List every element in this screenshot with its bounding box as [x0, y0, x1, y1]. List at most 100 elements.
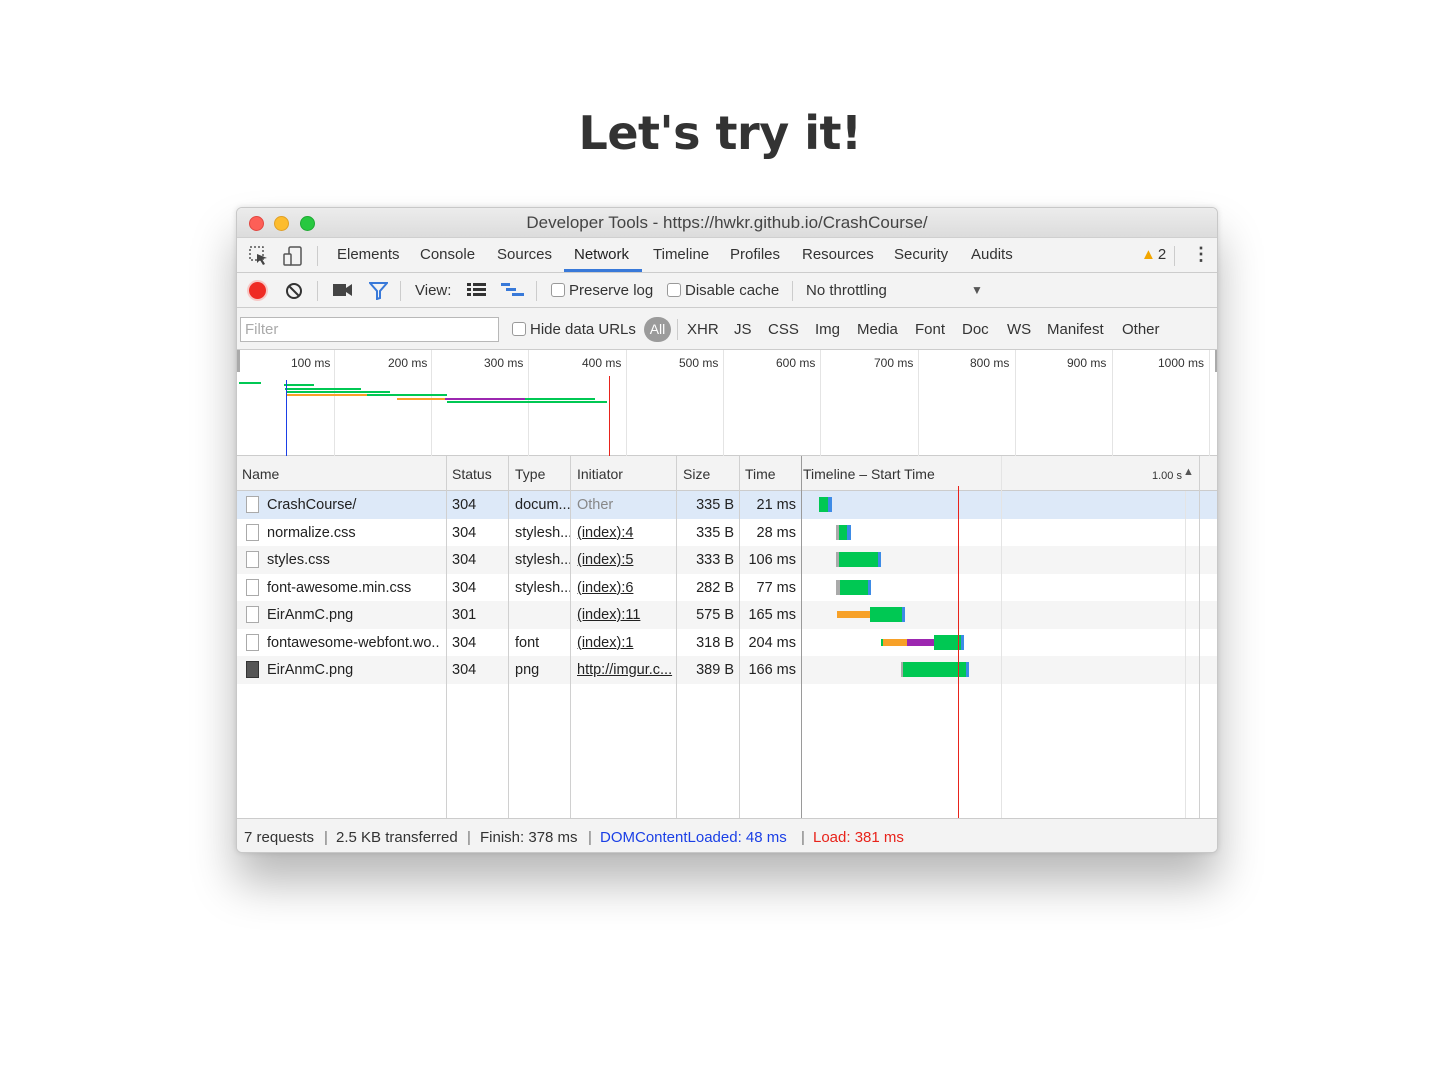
type-filter-other[interactable]: Other	[1122, 321, 1160, 338]
timeline-scale-label: 1.00 s	[1152, 470, 1182, 482]
type-filter-media[interactable]: Media	[857, 321, 898, 338]
column-divider[interactable]	[801, 456, 802, 818]
type-filter-doc[interactable]: Doc	[962, 321, 989, 338]
request-type: docum...	[515, 497, 571, 513]
overview-bar	[286, 394, 367, 396]
request-status: 304	[452, 662, 477, 678]
table-row[interactable]: EirAnmC.png 304 png http://imgur.c... 38…	[237, 656, 1217, 684]
column-divider[interactable]	[508, 456, 509, 818]
tab-resources[interactable]: Resources	[802, 246, 874, 263]
column-header-timeline[interactable]: Timeline – Start Time	[803, 466, 935, 482]
column-header-name[interactable]: Name	[242, 466, 279, 482]
request-time: 28 ms	[756, 524, 797, 541]
request-count: 7 requests	[244, 829, 315, 846]
column-header-initiator[interactable]: Initiator	[577, 466, 623, 482]
record-button[interactable]	[249, 282, 266, 299]
request-type: png	[515, 662, 540, 678]
window-title: Developer Tools - https://hwkr.github.io…	[526, 213, 928, 232]
request-name: font-awesome.min.css	[267, 579, 412, 596]
warnings-counter[interactable]: ▲ 2	[1141, 246, 1166, 263]
type-filter-xhr[interactable]: XHR	[687, 321, 719, 338]
table-row[interactable]: normalize.css 304 stylesh... (index):4 3…	[237, 519, 1217, 547]
load-time: Load: 381 ms	[813, 829, 904, 846]
tab-timeline[interactable]: Timeline	[653, 246, 709, 263]
waterfall-bar	[966, 662, 969, 677]
hide-data-urls-label: Hide data URLs	[530, 321, 636, 338]
request-status: 301	[452, 607, 477, 623]
chevron-down-icon[interactable]: ▼	[971, 283, 983, 297]
throttling-select[interactable]: No throttling	[806, 282, 887, 299]
preserve-log-checkbox[interactable]: Preserve log	[551, 282, 653, 299]
status-separator: |	[467, 829, 471, 846]
tab-security[interactable]: Security	[894, 246, 948, 263]
waterfall-bar	[907, 638, 934, 646]
type-filter-all[interactable]: All	[644, 317, 671, 342]
preserve-log-box[interactable]	[551, 283, 565, 297]
request-type: font	[515, 634, 540, 651]
type-filter-js[interactable]: JS	[734, 321, 752, 338]
column-divider[interactable]	[446, 456, 447, 818]
status-separator: |	[801, 829, 805, 846]
table-row[interactable]: CrashCourse/ 304 docum... Other 335 B 21…	[237, 491, 1217, 519]
large-rows-icon[interactable]	[467, 283, 486, 297]
tab-sources[interactable]: Sources	[497, 246, 552, 263]
overview-bar	[447, 401, 607, 403]
filter-input[interactable]	[240, 317, 499, 342]
clear-icon[interactable]	[285, 282, 303, 300]
request-initiator-link[interactable]: (index):1	[577, 635, 675, 651]
device-mode-icon[interactable]	[282, 245, 304, 267]
inspect-element-icon[interactable]	[248, 245, 270, 267]
request-name: EirAnmC.png	[267, 607, 354, 623]
panel-tab-bar: Elements Console Sources Network Timelin…	[237, 238, 1217, 273]
column-header-size[interactable]: Size	[683, 466, 710, 482]
screenshot-camera-icon[interactable]	[333, 283, 353, 297]
column-header-type[interactable]: Type	[515, 466, 545, 482]
request-initiator-link[interactable]: (index):5	[577, 552, 675, 568]
column-divider[interactable]	[739, 456, 740, 818]
request-initiator-link[interactable]: (index):11	[577, 607, 675, 623]
network-overview[interactable]: 100 ms 200 ms 300 ms 400 ms 500 ms 600 m…	[237, 350, 1217, 456]
overview-bar	[525, 398, 595, 400]
tab-profiles[interactable]: Profiles	[730, 246, 780, 263]
tab-console[interactable]: Console	[420, 246, 475, 263]
overview-bar	[445, 398, 525, 400]
disable-cache-checkbox[interactable]: Disable cache	[667, 282, 779, 299]
table-row[interactable]: EirAnmC.png 301 (index):11 575 B 165 ms	[237, 601, 1217, 629]
type-filter-font[interactable]: Font	[915, 321, 945, 338]
request-initiator-link[interactable]: (index):4	[577, 525, 675, 541]
request-type: stylesh...	[515, 552, 573, 568]
type-filter-ws[interactable]: WS	[1007, 321, 1031, 338]
more-options-icon[interactable]: ⋮	[1192, 244, 1210, 265]
column-header-status[interactable]: Status	[452, 466, 492, 482]
overview-bar	[285, 388, 361, 390]
disable-cache-box[interactable]	[667, 283, 681, 297]
column-divider[interactable]	[1199, 456, 1200, 818]
column-divider[interactable]	[676, 456, 677, 818]
overview-bar	[397, 398, 445, 400]
tab-network[interactable]: Network	[574, 246, 629, 263]
request-status: 304	[452, 634, 477, 651]
hide-data-urls-box[interactable]	[512, 322, 526, 336]
waterfall-bar	[934, 634, 961, 650]
type-filter-manifest[interactable]: Manifest	[1047, 321, 1104, 338]
filter-funnel-icon[interactable]	[369, 282, 388, 300]
type-filter-img[interactable]: Img	[815, 321, 840, 338]
type-filter-css[interactable]: CSS	[768, 321, 799, 338]
hide-data-urls-checkbox[interactable]: Hide data URLs	[512, 321, 636, 338]
column-header-time[interactable]: Time	[745, 466, 776, 482]
request-initiator-link[interactable]: http://imgur.c...	[577, 662, 675, 678]
tab-audits[interactable]: Audits	[971, 246, 1013, 263]
table-row[interactable]: styles.css 304 stylesh... (index):5 333 …	[237, 546, 1217, 574]
waterfall-overview-icon[interactable]	[501, 283, 525, 298]
status-separator: |	[324, 829, 328, 846]
active-tab-indicator	[564, 269, 642, 272]
column-divider[interactable]	[570, 456, 571, 818]
request-initiator-link[interactable]: (index):6	[577, 580, 675, 596]
toolbar-divider	[792, 281, 793, 301]
tab-elements[interactable]: Elements	[337, 246, 400, 263]
sort-ascending-icon[interactable]: ▲	[1183, 466, 1194, 478]
dom-content-loaded-time: DOMContentLoaded: 48 ms	[600, 829, 787, 846]
table-row[interactable]: fontawesome-webfont.wo... 304 font (inde…	[237, 629, 1217, 657]
table-row[interactable]: font-awesome.min.css 304 stylesh... (ind…	[237, 574, 1217, 602]
waterfall-bar	[840, 579, 868, 595]
